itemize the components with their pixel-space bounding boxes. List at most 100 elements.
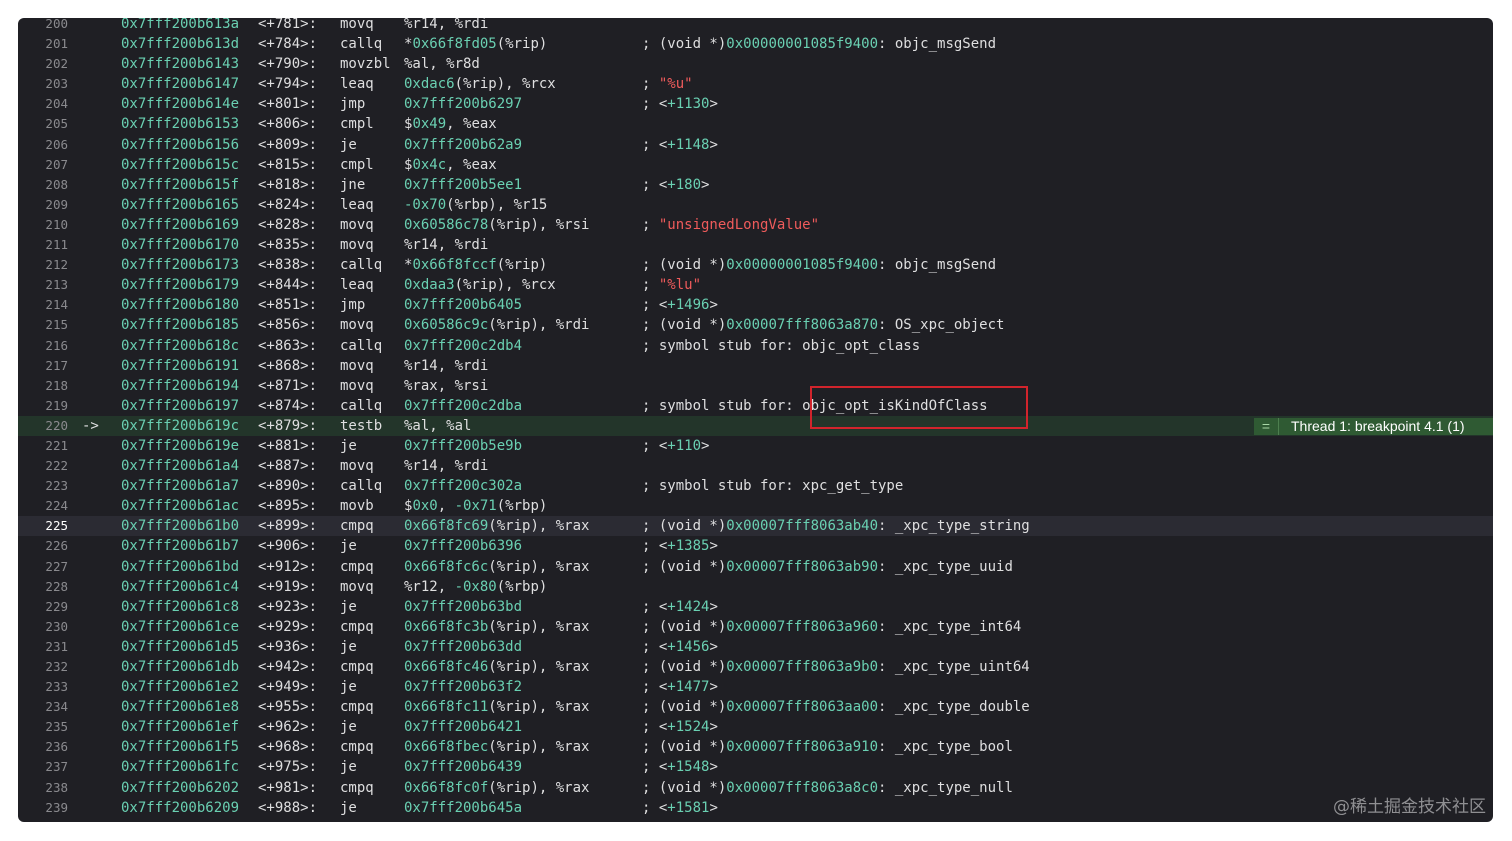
instruction-address: 0x7fff200b61ac	[121, 498, 240, 515]
comment-token: "unsignedLongValue"	[658, 216, 820, 233]
instruction-comment: ; (void *)0x00007fff8063a8c0: _xpc_type_…	[642, 778, 1013, 798]
instruction-address: 0x7fff200b61ef	[121, 719, 240, 736]
disassembly-line[interactable]: 218 0x7fff200b6194 <+871>: movq %rax, %rsi	[18, 376, 1493, 396]
instruction-mnemonic: cmpq	[340, 558, 374, 575]
comment-token: +1581	[667, 799, 710, 816]
instruction-mnemonic: jmp	[340, 297, 366, 314]
instruction-comment: ; "unsignedLongValue"	[642, 215, 819, 235]
operand-token: ,	[437, 498, 455, 515]
disassembly-line[interactable]: 224 0x7fff200b61ac <+895>: movb $0x0, -0x71(…	[18, 496, 1493, 516]
instruction-offset: <+912>:	[258, 558, 318, 575]
operand-token: (%rbp)	[496, 498, 548, 515]
comment-token: ; (void *)	[642, 518, 727, 535]
comment-token: ; (void *)	[642, 699, 727, 716]
disassembly-line[interactable]: 212 0x7fff200b6173 <+838>: callq *0x66f8fccf…	[18, 255, 1493, 275]
instruction-operands: %r14, %rdi	[404, 356, 488, 376]
instruction-mnemonic: je	[340, 759, 357, 776]
comment-token: ; <	[642, 437, 668, 454]
operand-token: 0xdac6	[404, 76, 455, 93]
disassembly-line[interactable]: 233 0x7fff200b61e2 <+949>: je 0x7fff200b63f2…	[18, 677, 1493, 697]
instruction-comment: ; <+1148>	[642, 135, 718, 155]
disassembly-line[interactable]: 211 0x7fff200b6170 <+835>: movq %r14, %rdi	[18, 235, 1493, 255]
disassembly-window: 200 0x7fff200b613a <+781>: movq %r14, %rdi 20…	[18, 18, 1493, 822]
instruction-comment: ; symbol stub for: objc_opt_class	[642, 336, 920, 356]
operand-token: %al, %r8d	[404, 56, 480, 73]
disassembly-line[interactable]: 219 0x7fff200b6197 <+874>: callq 0x7fff200c2…	[18, 396, 1493, 416]
disassembly-line[interactable]: 232 0x7fff200b61db <+942>: cmpq 0x66f8fc46(%…	[18, 657, 1493, 677]
disassembly-line[interactable]: 231 0x7fff200b61d5 <+936>: je 0x7fff200b63dd…	[18, 637, 1493, 657]
comment-token: >	[709, 679, 718, 696]
comment-token: ; symbol stub for: objc_opt_class	[642, 337, 921, 354]
instruction-offset: <+790>:	[258, 56, 318, 73]
line-number: 223	[45, 478, 68, 494]
comment-token: 0x00007fff8063aa00	[726, 699, 879, 716]
instruction-mnemonic: je	[340, 136, 357, 153]
disassembly-line[interactable]: 230 0x7fff200b61ce <+929>: cmpq 0x66f8fc3b(%…	[18, 617, 1493, 637]
disassembly-line[interactable]: 229 0x7fff200b61c8 <+923>: je 0x7fff200b63bd…	[18, 597, 1493, 617]
disassembly-line[interactable]: 221 0x7fff200b619e <+881>: je 0x7fff200b5e9b…	[18, 436, 1493, 456]
disassembly-line[interactable]: 225 0x7fff200b61b0 <+899>: cmpq 0x66f8fc69(%…	[18, 516, 1493, 537]
breakpoint-banner[interactable]: = Thread 1: breakpoint 4.1 (1)	[1254, 418, 1493, 435]
instruction-mnemonic: movq	[340, 357, 374, 374]
disassembly-line[interactable]: 204 0x7fff200b614e <+801>: jmp 0x7fff200b629…	[18, 94, 1493, 114]
disassembly-line[interactable]: 222 0x7fff200b61a4 <+887>: movq %r14, %rdi	[18, 456, 1493, 476]
disassembly-line[interactable]: 223 0x7fff200b61a7 <+890>: callq 0x7fff200c3…	[18, 476, 1493, 496]
disassembly-line[interactable]: 205 0x7fff200b6153 <+806>: cmpl $0x49, %eax	[18, 114, 1493, 134]
disassembly-line[interactable]: 238 0x7fff200b6202 <+981>: cmpq 0x66f8fc0f(%…	[18, 778, 1493, 798]
instruction-offset: <+881>:	[258, 437, 318, 454]
operand-token: 0x7fff200b63dd	[404, 638, 523, 655]
instruction-offset: <+794>:	[258, 76, 318, 93]
comment-token: ; (void *)	[642, 317, 727, 334]
instruction-address: 0x7fff200b61b0	[121, 518, 240, 535]
current-instruction-arrow: ->	[82, 417, 99, 434]
instruction-operands: 0x7fff200b5e9b	[404, 436, 522, 456]
disassembly-line[interactable]: 206 0x7fff200b6156 <+809>: je 0x7fff200b62a9…	[18, 135, 1493, 155]
comment-token: >	[709, 759, 718, 776]
disassembly-line[interactable]: 213 0x7fff200b6179 <+844>: leaq 0xdaa3(%rip)…	[18, 275, 1493, 295]
comment-token: +1548	[667, 759, 710, 776]
operand-token: (%rip), %rax	[488, 779, 590, 796]
disassembly-line[interactable]: 216 0x7fff200b618c <+863>: callq 0x7fff200c2…	[18, 336, 1493, 356]
instruction-mnemonic: movq	[340, 237, 374, 254]
instruction-address: 0x7fff200b6165	[121, 196, 240, 213]
disassembly-line[interactable]: 215 0x7fff200b6185 <+856>: movq 0x60586c9c(%…	[18, 315, 1493, 335]
instruction-operands: %r14, %rdi	[404, 456, 488, 476]
instruction-mnemonic: movzbl	[340, 56, 391, 73]
disassembly-line[interactable]: 235 0x7fff200b61ef <+962>: je 0x7fff200b6421…	[18, 717, 1493, 737]
disassembly-line[interactable]: 227 0x7fff200b61bd <+912>: cmpq 0x66f8fc6c(%…	[18, 557, 1493, 577]
disassembly-line[interactable]: 201 0x7fff200b613d <+784>: callq *0x66f8fd05…	[18, 34, 1493, 54]
instruction-comment: ; <+1385>	[642, 536, 718, 556]
disassembly-line[interactable]: 228 0x7fff200b61c4 <+919>: movq %r12, -0x80(…	[18, 577, 1493, 597]
disassembly-line[interactable]: 217 0x7fff200b6191 <+868>: movq %r14, %rdi	[18, 356, 1493, 376]
instruction-mnemonic: je	[340, 679, 357, 696]
disassembly-line[interactable]: 209 0x7fff200b6165 <+824>: leaq -0x70(%rbp),…	[18, 195, 1493, 215]
instruction-address: 0x7fff200b6173	[121, 257, 240, 274]
disassembly-line[interactable]: 236 0x7fff200b61f5 <+968>: cmpq 0x66f8fbec(%…	[18, 737, 1493, 757]
comment-token: >	[701, 437, 710, 454]
disassembly-line[interactable]: 237 0x7fff200b61fc <+975>: je 0x7fff200b6439…	[18, 757, 1493, 777]
comment-token: "%lu"	[658, 277, 702, 294]
disassembly-line[interactable]: 234 0x7fff200b61e8 <+955>: cmpq 0x66f8fc11(%…	[18, 697, 1493, 717]
disassembly-line[interactable]: 207 0x7fff200b615c <+815>: cmpl $0x4c, %eax	[18, 155, 1493, 175]
disassembly-line[interactable]: 200 0x7fff200b613a <+781>: movq %r14, %rdi	[18, 18, 1493, 34]
disassembly-line[interactable]: 226 0x7fff200b61b7 <+906>: je 0x7fff200b6396…	[18, 536, 1493, 556]
operand-token: %r14, %rdi	[404, 18, 489, 32]
disassembly-line[interactable]: 239 0x7fff200b6209 <+988>: je 0x7fff200b645a…	[18, 798, 1493, 818]
operand-token: -0x71	[454, 498, 497, 515]
comment-token: ; (void *)	[642, 558, 727, 575]
instruction-comment: ; <+1524>	[642, 717, 718, 737]
disassembly-line[interactable]: 202 0x7fff200b6143 <+790>: movzbl %al, %r8d	[18, 54, 1493, 74]
instruction-address: 0x7fff200b619c	[121, 417, 240, 434]
instruction-offset: <+975>:	[258, 759, 318, 776]
comment-token: 0x00000001085f9400	[726, 36, 879, 53]
comment-token: : _xpc_type_int64	[878, 618, 1022, 635]
operand-token: 0x7fff200b63bd	[404, 598, 523, 615]
disassembly-line[interactable]: 203 0x7fff200b6147 <+794>: leaq 0xdac6(%rip)…	[18, 74, 1493, 94]
disassembly-line[interactable]: 210 0x7fff200b6169 <+828>: movq 0x60586c78(%…	[18, 215, 1493, 235]
instruction-offset: <+874>:	[258, 397, 318, 414]
instruction-offset: <+899>:	[258, 518, 318, 535]
instruction-operands: 0x7fff200c2dba	[404, 396, 522, 416]
instruction-mnemonic: cmpl	[340, 156, 374, 173]
disassembly-line[interactable]: 208 0x7fff200b615f <+818>: jne 0x7fff200b5ee…	[18, 175, 1493, 195]
disassembly-line[interactable]: 214 0x7fff200b6180 <+851>: jmp 0x7fff200b640…	[18, 295, 1493, 315]
